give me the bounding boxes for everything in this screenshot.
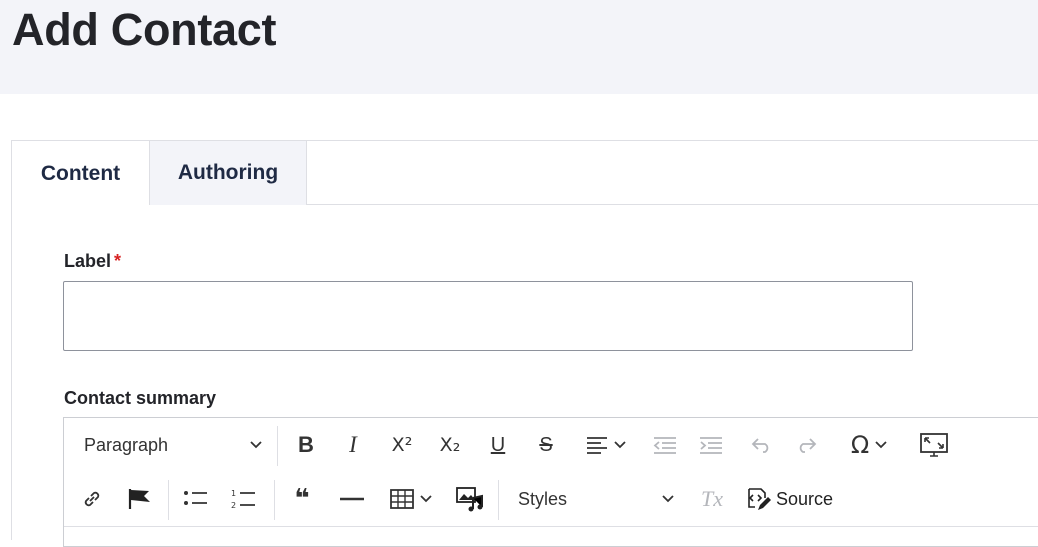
tab-authoring[interactable]: Authoring bbox=[149, 141, 307, 205]
styles-dropdown[interactable]: Styles bbox=[506, 472, 682, 526]
tabs-bar: Content Authoring bbox=[12, 141, 1038, 206]
align-icon bbox=[587, 437, 607, 454]
undo-icon[interactable] bbox=[744, 418, 780, 472]
chevron-down-icon bbox=[420, 495, 432, 503]
align-dropdown[interactable] bbox=[576, 418, 636, 472]
label-input[interactable] bbox=[63, 281, 913, 351]
bold-icon[interactable]: B bbox=[286, 418, 326, 472]
toolbar-separator bbox=[168, 480, 169, 520]
table-dropdown[interactable] bbox=[382, 472, 440, 526]
superscript-icon[interactable]: X² bbox=[380, 418, 424, 472]
special-characters-icon: Ω bbox=[850, 431, 870, 459]
toolbar-separator bbox=[274, 480, 275, 520]
link-icon[interactable] bbox=[74, 472, 110, 526]
source-icon bbox=[748, 488, 771, 510]
media-icon[interactable] bbox=[450, 472, 490, 526]
svg-text:1: 1 bbox=[231, 489, 236, 498]
source-label: Source bbox=[776, 488, 834, 509]
toolbar-bottom-border bbox=[64, 526, 1038, 527]
paragraph-dropdown[interactable]: Paragraph bbox=[72, 418, 272, 472]
indent-icon[interactable] bbox=[692, 418, 730, 472]
fullscreen-icon[interactable] bbox=[914, 418, 954, 472]
underline-icon[interactable]: U bbox=[478, 418, 518, 472]
toolbar-separator bbox=[498, 480, 499, 520]
table-icon bbox=[390, 489, 414, 509]
tab-content[interactable]: Content bbox=[12, 141, 149, 206]
chevron-down-icon bbox=[662, 495, 674, 503]
remove-format-icon[interactable]: Tx bbox=[694, 472, 730, 526]
chevron-down-icon bbox=[250, 438, 262, 453]
label-field-label: Label * bbox=[64, 251, 121, 272]
svg-text:2: 2 bbox=[231, 501, 236, 510]
bulleted-list-icon[interactable] bbox=[176, 472, 216, 526]
special-characters-dropdown[interactable]: Ω bbox=[838, 418, 900, 472]
required-marker: * bbox=[114, 251, 122, 271]
label-field-text: Label bbox=[64, 251, 112, 271]
blockquote-icon[interactable]: ❝ bbox=[282, 472, 322, 526]
chevron-down-icon bbox=[614, 441, 626, 449]
horizontal-line-icon[interactable] bbox=[332, 472, 372, 526]
toolbar-row-2: 12 ❝ Styles Tx Source bbox=[64, 472, 1038, 526]
source-button[interactable]: Source bbox=[744, 472, 854, 526]
numbered-list-icon[interactable]: 12 bbox=[224, 472, 264, 526]
outdent-icon[interactable] bbox=[646, 418, 684, 472]
toolbar-row-1: Paragraph B I X² X₂ U S Ω bbox=[64, 418, 1038, 472]
redo-icon[interactable] bbox=[788, 418, 824, 472]
subscript-icon[interactable]: X₂ bbox=[428, 418, 472, 472]
strikethrough-icon[interactable]: S bbox=[526, 418, 566, 472]
italic-icon[interactable]: I bbox=[334, 418, 372, 472]
flag-icon[interactable] bbox=[120, 472, 160, 526]
toolbar-separator bbox=[277, 426, 278, 466]
paragraph-dropdown-label: Paragraph bbox=[84, 434, 169, 455]
page-title: Add Contact bbox=[12, 4, 277, 55]
chevron-down-icon bbox=[875, 441, 887, 449]
styles-dropdown-label: Styles bbox=[518, 488, 568, 509]
contact-summary-label: Contact summary bbox=[64, 388, 217, 408]
page-header: Add Contact bbox=[0, 0, 1038, 94]
rich-text-editor: Paragraph B I X² X₂ U S Ω 1 2 ❝ Styles T… bbox=[63, 417, 1038, 547]
